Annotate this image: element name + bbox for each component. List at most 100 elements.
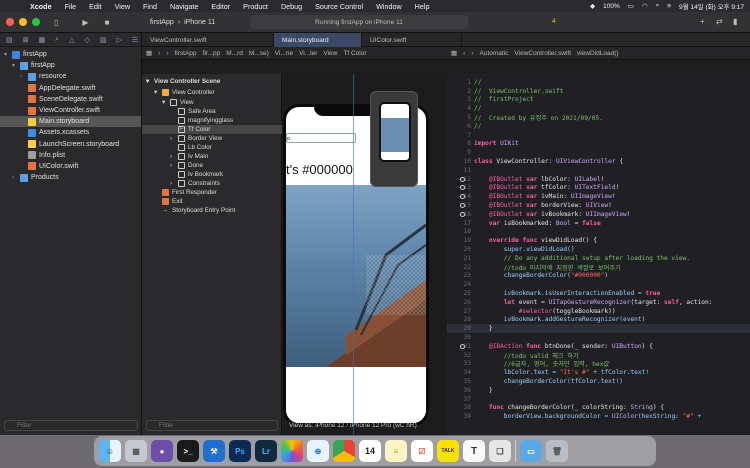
kakaotalk-icon[interactable]: TALK — [437, 440, 459, 462]
menu-window[interactable]: Window — [376, 2, 402, 11]
clock[interactable]: 9월 14일 (화) 오후 9:17 — [679, 1, 744, 11]
code-line[interactable]: 9 — [447, 148, 750, 157]
code-line[interactable]: 12 @IBOutlet var lbColor: UILabel! — [447, 175, 750, 184]
minimize-button[interactable] — [19, 18, 27, 26]
tab-uicolor[interactable]: UIColor.swift — [362, 33, 462, 47]
outline-magnifyingglass[interactable]: magnifyingglass — [178, 116, 278, 125]
menu-find[interactable]: Find — [143, 2, 157, 11]
code-line[interactable]: 32 //todo valid 체크 하기 — [447, 351, 750, 360]
dropbox-icon[interactable]: ◆ — [590, 2, 595, 10]
breadcrumb-item[interactable]: M...se) — [249, 50, 269, 57]
code-line[interactable]: 33 //6글자, 영어, 숫자만 입력, hex값 — [447, 360, 750, 368]
code-line[interactable]: 19 override func viewDidLoad() { — [447, 236, 750, 245]
nav-item-products[interactable]: › Products — [0, 172, 141, 183]
xcode-icon[interactable]: ⚒ — [203, 440, 225, 462]
source-control-icon[interactable]: ⊠ — [23, 36, 29, 44]
nav-item-infoplist[interactable]: Info.plist — [0, 150, 141, 161]
canvas-minimap[interactable] — [370, 91, 418, 187]
storyboard-canvas[interactable]: ⌕ t's #000000 View as: iPhone 12 / iPhon… — [283, 74, 447, 435]
nav-item-assets[interactable]: Assets.xcassets — [0, 127, 141, 138]
close-button[interactable] — [6, 18, 14, 26]
outline-filter-field[interactable]: Filter — [146, 420, 278, 431]
safari-icon[interactable]: ⊕ — [307, 440, 329, 462]
test-icon[interactable]: ◇ — [84, 36, 89, 44]
code-line[interactable]: 1// — [447, 78, 750, 87]
breadcrumb-item[interactable]: Vi...ne — [275, 50, 293, 57]
code-line[interactable]: 26 let event = UITapGestureRecognizer(ta… — [447, 298, 750, 307]
nav-item-resource[interactable]: › resource — [0, 71, 141, 82]
breadcrumb-item[interactable]: ViewController.swift — [514, 50, 571, 57]
code-line[interactable]: 21 // Do any additional setup after load… — [447, 254, 750, 263]
reminders-icon[interactable]: ☑ — [411, 440, 433, 462]
outline-iv-main[interactable]: › Iv Main — [170, 152, 278, 161]
debug-icon[interactable]: ▧ — [100, 36, 107, 44]
outline-done[interactable]: › Done — [170, 161, 278, 170]
code-line[interactable]: 30 — [447, 333, 750, 342]
nav-item-firstapp[interactable]: ▾ firstApp — [0, 60, 141, 71]
downloads-icon[interactable]: ▭ — [520, 440, 542, 462]
zoom-button[interactable] — [32, 18, 40, 26]
nav-item-appdelegate[interactable]: AppDelegate.swift — [0, 83, 141, 94]
lightroom-icon[interactable]: Lr — [255, 440, 277, 462]
code-line[interactable]: 22 //todo 마지막에 지정한 색깔로 보여주기 — [447, 263, 750, 272]
warning-count[interactable]: 4 — [552, 18, 556, 25]
code-line[interactable]: 28 ivBookmark.addGestureRecognizer(event… — [447, 316, 750, 325]
textedit-icon[interactable]: T — [463, 440, 485, 462]
menu-product[interactable]: Product — [243, 2, 268, 11]
issue-icon[interactable]: △ — [69, 36, 74, 44]
code-line[interactable]: 8 import UIKit — [447, 140, 750, 149]
breakpoint-icon[interactable]: ▷ — [116, 36, 121, 44]
navigator-filter-field[interactable]: Filter — [4, 420, 138, 431]
code-line[interactable]: 27 #selector(toggleBookmark)) — [447, 307, 750, 316]
code-line[interactable]: 29 } — [447, 324, 750, 334]
tf-color-field[interactable] — [286, 133, 356, 143]
github-icon[interactable]: ● — [151, 440, 173, 462]
menu-app-name[interactable]: Xcode — [30, 2, 52, 11]
finder-icon[interactable]: ☺ — [99, 440, 121, 462]
code-line[interactable]: 11 — [447, 166, 750, 175]
chrome-icon[interactable] — [333, 440, 355, 462]
nav-item-project[interactable]: ▾ firstApp — [0, 49, 141, 60]
outline-first-responder[interactable]: First Responder — [162, 188, 278, 197]
code-line[interactable]: 16 @IBOutlet var ivBookmark: UIImageView… — [447, 210, 750, 219]
outline-tf-color[interactable]: F Tf Color — [142, 125, 282, 134]
outline-exit[interactable]: Exit — [162, 197, 278, 206]
code-line[interactable]: 13 @IBOutlet var tfColor: UITextField! — [447, 184, 750, 193]
menu-view[interactable]: View — [115, 2, 130, 11]
menu-navigate[interactable]: Navigate — [170, 2, 198, 11]
sidebar-toggle-icon[interactable]: ▯ — [54, 18, 58, 27]
photoshop-icon[interactable]: Ps — [229, 440, 251, 462]
code-review-icon[interactable]: ⇄ — [716, 17, 723, 26]
code-editor[interactable]: 1//2// ViewController.swift 3// firstProj… — [447, 74, 750, 435]
grid-icon[interactable]: ▦ — [451, 49, 457, 57]
breadcrumb-item[interactable]: View — [323, 50, 337, 57]
code-line[interactable]: 20 super.viewDidLoad() — [447, 245, 750, 254]
outline-scene[interactable]: ▾ View Controller Scene — [146, 77, 278, 86]
code-line[interactable]: 39 borderView.backgroundColor = UIColor(… — [447, 412, 750, 421]
notes-icon[interactable]: ≡ — [385, 440, 407, 462]
code-line[interactable]: 2// ViewController.swift — [447, 87, 750, 96]
code-line[interactable]: 17 var isBookmarked: Bool = false — [447, 219, 750, 228]
inspector-toggle-icon[interactable]: ▮ — [733, 17, 737, 26]
code-line[interactable]: 15 @IBOutlet var borderView: UIView! — [447, 201, 750, 210]
nav-item-viewcontroller[interactable]: ViewController.swift — [0, 105, 141, 116]
battery-icon[interactable]: ▭ — [628, 2, 634, 10]
launchpad-icon[interactable]: ▦ — [125, 440, 147, 462]
wifi-icon[interactable]: ◠ — [642, 2, 648, 10]
breadcrumb-item[interactable]: Vi...ler — [299, 50, 317, 57]
symbol-icon[interactable]: ▦ — [39, 36, 46, 44]
outline-entry-point[interactable]: → Storyboard Entry Point — [162, 206, 278, 215]
search-icon[interactable]: ⌕ — [656, 2, 660, 10]
code-line[interactable]: 35 changeBorderColor(tfColor.text!) — [447, 377, 750, 386]
outline-view-controller[interactable]: ▾ View Controller — [154, 88, 278, 97]
forward-icon[interactable]: › — [471, 50, 473, 57]
outlet-connection-icon[interactable] — [460, 176, 465, 182]
nav-item-scenedelegate[interactable]: SceneDelegate.swift — [0, 94, 141, 105]
code-line[interactable]: 38 func changeBorderColor(_ colorString:… — [447, 404, 750, 413]
outline-view[interactable]: ▾ View — [162, 98, 278, 107]
calendar-icon[interactable]: 14 — [359, 440, 381, 462]
grid-icon[interactable]: ▦ — [146, 49, 152, 57]
menu-source-control[interactable]: Source Control — [315, 2, 363, 11]
preview-icon[interactable]: ❏ — [489, 440, 511, 462]
outlet-connection-icon[interactable] — [460, 211, 465, 217]
